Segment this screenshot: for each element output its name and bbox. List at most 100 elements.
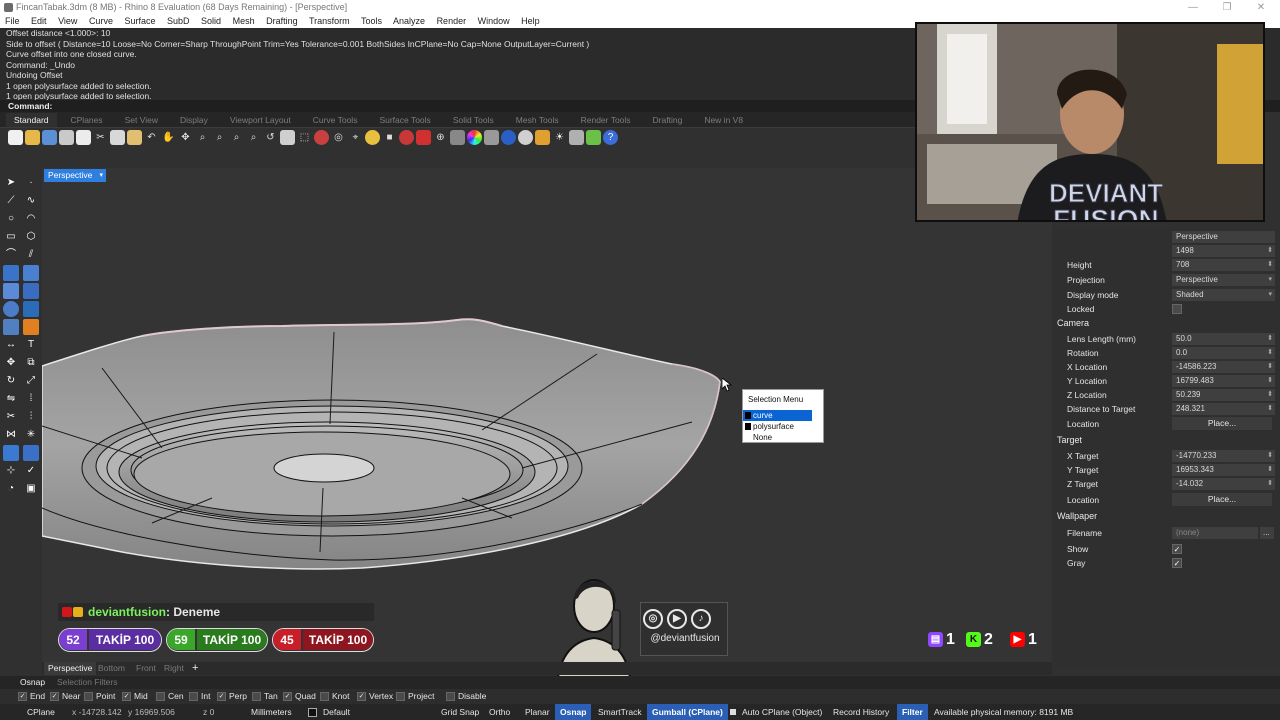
menu-surface[interactable]: Surface	[124, 16, 155, 26]
properties-icon[interactable]	[416, 129, 431, 145]
locked-checkbox[interactable]	[1172, 304, 1182, 314]
status-gumball[interactable]: Gumball (CPlane)	[647, 704, 728, 720]
text-icon[interactable]: T	[23, 337, 39, 353]
zoom-window-icon[interactable]: ⌕	[212, 130, 227, 145]
tab-drafting[interactable]: Drafting	[645, 113, 691, 127]
surface-icon[interactable]	[3, 265, 19, 281]
cylinder-icon[interactable]	[3, 319, 19, 335]
curve-icon[interactable]: ∿	[23, 193, 39, 209]
y-target-value[interactable]: 16953.343	[1172, 464, 1275, 476]
osnap-checkbox-quad[interactable]: ✓	[283, 692, 292, 701]
viewport-dropdown-icon[interactable]: ▾	[99, 169, 103, 182]
menu-tools[interactable]: Tools	[361, 16, 382, 26]
camera-place-button[interactable]: Place...	[1172, 417, 1272, 430]
status-layer[interactable]: Default	[323, 704, 350, 720]
polyline-icon[interactable]: ⟋	[3, 193, 19, 209]
status-units[interactable]: Millimeters	[251, 704, 292, 720]
wallpaper-section-header[interactable]: Wallpaper	[1057, 511, 1097, 521]
trim-icon[interactable]: ✂	[3, 409, 19, 425]
zoom-selected-icon[interactable]: ⌕	[246, 130, 261, 145]
explode-icon[interactable]: ✳	[23, 427, 39, 443]
status-cplane[interactable]: CPlane	[27, 704, 55, 720]
join-icon[interactable]: ⋈	[3, 427, 19, 443]
osnap-icon[interactable]: ◎	[331, 130, 346, 145]
tab-mesh-tools[interactable]: Mesh Tools	[508, 113, 567, 127]
undo-view-icon[interactable]: ↺	[263, 130, 278, 145]
x-target-value[interactable]: -14770.233	[1172, 450, 1275, 462]
select-icon[interactable]: ⬚	[297, 130, 312, 145]
tab-set-view[interactable]: Set View	[117, 113, 166, 127]
split-icon[interactable]: ⫶	[23, 409, 39, 425]
move-icon[interactable]: ✥	[3, 355, 19, 371]
restore-button[interactable]: ❐	[1210, 0, 1244, 15]
status-filter[interactable]: Filter	[897, 704, 928, 720]
print-icon[interactable]	[59, 129, 74, 145]
osnap-checkbox-end[interactable]: ✓	[18, 692, 27, 701]
white-sphere-icon[interactable]	[518, 129, 533, 145]
fillet-curve-icon[interactable]: ⌒	[3, 247, 19, 263]
status-planar[interactable]: Planar	[525, 704, 550, 720]
selection-item-curve[interactable]: curve	[743, 410, 812, 421]
menu-render[interactable]: Render	[437, 16, 467, 26]
snapshot-icon[interactable]: ▣	[23, 481, 39, 497]
sun-icon[interactable]: ☀	[552, 130, 567, 145]
save-icon[interactable]	[42, 129, 57, 145]
projection-dropdown[interactable]: Perspective	[1172, 274, 1275, 286]
selection-item-none[interactable]: None	[743, 432, 823, 443]
target-place-button[interactable]: Place...	[1172, 493, 1272, 506]
menu-edit[interactable]: Edit	[31, 16, 47, 26]
tab-render-tools[interactable]: Render Tools	[573, 113, 639, 127]
menu-window[interactable]: Window	[478, 16, 510, 26]
tools-icon[interactable]	[586, 129, 601, 145]
material-icon[interactable]	[399, 129, 414, 145]
osnap-quad-label[interactable]: Quad	[295, 689, 316, 704]
osnap-knot-label[interactable]: Knot	[332, 689, 350, 704]
pan-icon[interactable]: ✋	[161, 130, 176, 145]
tab-display[interactable]: Display	[172, 113, 216, 127]
z-target-value[interactable]: -14.032	[1172, 478, 1275, 490]
gray-checkbox[interactable]: ✓	[1172, 558, 1182, 568]
sphere-icon[interactable]	[3, 301, 19, 317]
osnap-cen-label[interactable]: Cen	[168, 689, 184, 704]
undo-icon[interactable]: ↶	[144, 130, 159, 145]
selection-item-polysurface[interactable]: polysurface	[743, 421, 823, 432]
copy-obj-icon[interactable]: ⧉	[23, 355, 39, 371]
lens-value[interactable]: 50.0	[1172, 333, 1275, 345]
viewport-layout-icon[interactable]	[280, 129, 295, 145]
render-icon[interactable]: ◔	[3, 481, 19, 497]
check-icon[interactable]: ✓	[23, 463, 39, 479]
menu-solid[interactable]: Solid	[201, 16, 221, 26]
paste-icon[interactable]	[127, 129, 142, 145]
circle-icon[interactable]: ○	[3, 211, 19, 227]
perspective-viewport[interactable]	[42, 168, 1052, 662]
options-icon[interactable]	[569, 129, 584, 145]
new-file-icon[interactable]	[8, 129, 23, 145]
show-checkbox[interactable]: ✓	[1172, 544, 1182, 554]
layer-icon[interactable]: ⊕	[433, 130, 448, 145]
osnap-checkbox-point[interactable]	[84, 692, 93, 701]
osnap-checkbox-project[interactable]	[396, 692, 405, 701]
camera-section-header[interactable]: Camera	[1057, 318, 1089, 328]
dimension-icon[interactable]: ↔	[3, 337, 19, 353]
status-ortho[interactable]: Ortho	[489, 704, 510, 720]
target-section-header[interactable]: Target	[1057, 435, 1082, 445]
osnap-point-label[interactable]: Point	[96, 689, 115, 704]
height-value[interactable]: 708	[1172, 259, 1275, 271]
menu-curve[interactable]: Curve	[89, 16, 113, 26]
osnap-int-label[interactable]: Int	[201, 689, 210, 704]
osnap-checkbox-cen[interactable]	[156, 692, 165, 701]
lock-icon[interactable]: ■	[382, 130, 397, 145]
tab-curve-tools[interactable]: Curve Tools	[305, 113, 366, 127]
osnap-checkbox-near[interactable]: ✓	[50, 692, 59, 701]
width-value[interactable]: 1498	[1172, 245, 1275, 257]
osnap-perp-label[interactable]: Perp	[229, 689, 247, 704]
status-smarttrack[interactable]: SmartTrack	[598, 704, 642, 720]
open-file-icon[interactable]	[25, 129, 40, 145]
curve-from-object-icon[interactable]	[3, 445, 19, 461]
environment-icon[interactable]	[535, 129, 550, 145]
vp-tab-bottom[interactable]: Bottom	[98, 662, 125, 675]
osnap-mid-label[interactable]: Mid	[134, 689, 148, 704]
polygon-icon[interactable]: ⬡	[23, 229, 39, 245]
arc-icon[interactable]: ◠	[23, 211, 39, 227]
zoom-extents-icon[interactable]: ⌕	[229, 130, 244, 145]
